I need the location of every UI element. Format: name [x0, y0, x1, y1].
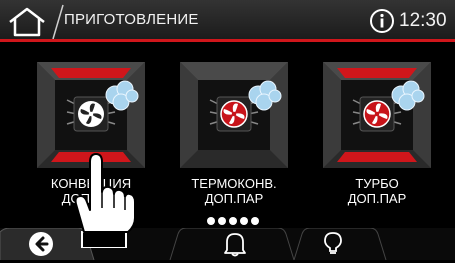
page-dot [218, 217, 226, 225]
back-icon [29, 232, 53, 256]
mode-tile-thermoconvection[interactable] [180, 62, 288, 168]
back-button[interactable] [28, 231, 54, 257]
page-dot [229, 217, 237, 225]
bell-icon [224, 233, 246, 257]
page-dot [207, 217, 215, 225]
mode-label-turbo: ТУРБО ДОП.ПАР [347, 176, 407, 206]
bulb-icon [324, 232, 342, 254]
oven-mode-icon [37, 62, 145, 168]
mode-tile-turbo[interactable] [323, 62, 431, 168]
breadcrumb-separator [52, 4, 64, 40]
header-bar: ПРИГОТОВЛЕНИЕ 12:30 [0, 0, 455, 42]
oven-mode-icon [180, 62, 288, 168]
mode-label-convection: КОНВЕКЦИЯ ДОП.ПАР [50, 176, 132, 206]
alerts-button[interactable] [222, 230, 248, 258]
mode-label-thermoconvection: ТЕРМОКОНВ. ДОП.ПАР [191, 176, 277, 206]
page-dot [251, 217, 259, 225]
info-button[interactable] [369, 8, 395, 34]
page-title: ПРИГОТОВЛЕНИЕ [64, 11, 199, 28]
mode-tile-convection[interactable] [37, 62, 145, 168]
clock: 12:30 [399, 10, 447, 31]
info-icon [370, 9, 394, 33]
oven-mode-icon [323, 62, 431, 168]
home-icon [9, 7, 45, 37]
page-indicator [207, 212, 267, 225]
light-button[interactable] [322, 231, 344, 257]
page-dot [240, 217, 248, 225]
home-button[interactable] [6, 6, 48, 38]
header-accent-line [0, 39, 455, 42]
